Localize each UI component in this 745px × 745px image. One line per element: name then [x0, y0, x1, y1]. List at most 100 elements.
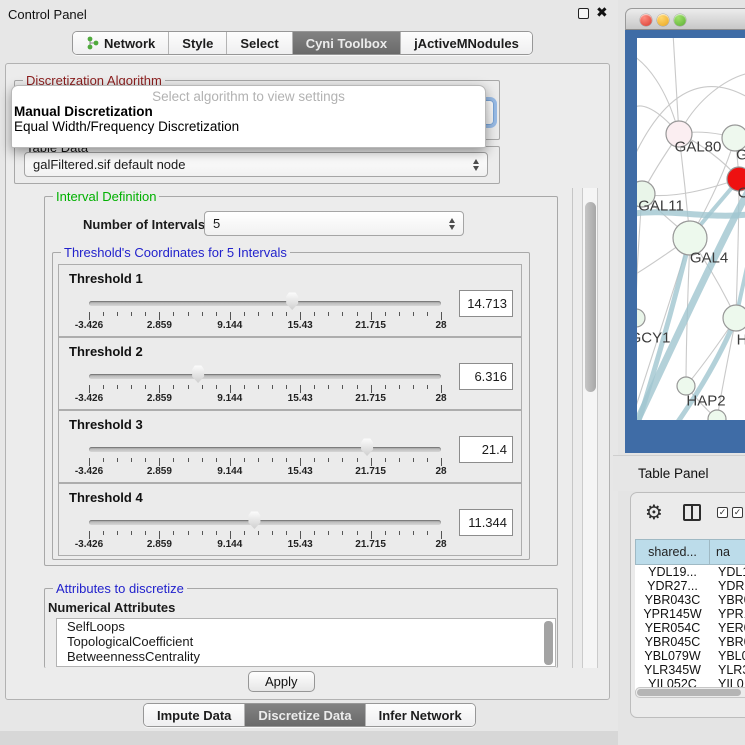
minor-tick [385, 531, 386, 535]
minor-tick [188, 312, 189, 316]
tick-label: 28 [435, 539, 446, 550]
slider-thumb[interactable] [360, 438, 375, 456]
major-tick [89, 312, 90, 320]
tab-label: Cyni Toolbox [306, 36, 387, 51]
panel-vertical-scrollbar[interactable] [582, 188, 598, 668]
list-scrollbar-thumb[interactable] [544, 621, 553, 665]
major-tick [300, 531, 301, 539]
minor-tick [328, 458, 329, 462]
threshold-value-field[interactable]: 21.4 [459, 436, 513, 463]
gear-icon[interactable]: ⚙ [645, 501, 663, 523]
table-panel-window: ⚙ ✓ ✓ shared... na YDL19...YDL1YDR27...Y… [630, 492, 745, 718]
major-tick [159, 458, 160, 466]
slider-track[interactable] [89, 447, 441, 452]
tab-label: Style [182, 36, 213, 51]
close-icon[interactable]: ✖ [596, 4, 608, 21]
minor-tick [103, 531, 104, 535]
dropdown-placeholder: Select algorithm to view settings [12, 86, 485, 104]
table-row[interactable]: YPR145WYPR1 [635, 607, 745, 621]
network-node[interactable] [708, 410, 726, 420]
tick-label: 2.859 [147, 393, 172, 404]
attribute-list-item[interactable]: BetweennessCentrality [57, 649, 555, 664]
network-canvas[interactable]: GAL80GACGAL11GAL4GCY1HHAP2 [637, 38, 745, 420]
minor-tick [427, 531, 428, 535]
zoom-traffic-light-icon[interactable] [674, 14, 686, 26]
checkbox-icon[interactable]: ✓ [717, 507, 728, 518]
apply-button[interactable]: Apply [248, 671, 315, 692]
scrollbar-thumb[interactable] [637, 689, 741, 696]
numerical-attributes-label: Numerical Attributes [48, 600, 175, 615]
minor-tick [342, 458, 343, 462]
table-row[interactable]: YDL19...YDL1 [635, 565, 745, 579]
name-cell: YPR1 [710, 607, 745, 621]
numerical-attributes-list[interactable]: SelfLoopsTopologicalCoefficientBetweenne… [56, 618, 556, 667]
minor-tick [258, 312, 259, 316]
minimize-traffic-light-icon[interactable] [657, 14, 669, 26]
network-node[interactable] [723, 305, 745, 331]
network-icon [86, 36, 99, 50]
tab-infer-network[interactable]: Infer Network [365, 704, 475, 726]
table-row[interactable]: YBL079WYBL0 [635, 649, 745, 663]
tick-label: -3.426 [75, 393, 103, 404]
tab-select[interactable]: Select [226, 32, 291, 54]
close-traffic-light-icon[interactable] [640, 14, 652, 26]
column-header-name[interactable]: na [710, 539, 745, 565]
table-row[interactable]: YER054CYER0 [635, 621, 745, 635]
tab-discretize-data[interactable]: Discretize Data [244, 704, 364, 726]
minor-tick [413, 531, 414, 535]
slider-thumb[interactable] [191, 365, 206, 383]
tab-style[interactable]: Style [168, 32, 226, 54]
major-tick [89, 458, 90, 466]
minor-tick [188, 531, 189, 535]
checkbox-icon[interactable]: ✓ [732, 507, 743, 518]
tab-jactivemnodules[interactable]: jActiveMNodules [400, 32, 532, 54]
major-tick [441, 531, 442, 539]
tab-network[interactable]: Network [73, 32, 168, 54]
node-label-gal80: GAL80 [675, 139, 722, 156]
table-row[interactable]: YBR045CYBR0 [635, 635, 745, 649]
minor-tick [258, 458, 259, 462]
table-data-select[interactable]: galFiltered.sif default node [24, 152, 488, 177]
stepper-arrows-icon [449, 218, 455, 230]
tab-impute-data[interactable]: Impute Data [144, 704, 244, 726]
major-tick [371, 531, 372, 539]
slider-thumb[interactable] [285, 292, 300, 310]
minor-tick [216, 458, 217, 462]
number-of-intervals-select[interactable]: 5 [204, 211, 464, 236]
table-row[interactable]: YLR345WYLR3 [635, 663, 745, 677]
slider-thumb[interactable] [247, 511, 262, 529]
tick-label: 15.43 [288, 320, 313, 331]
float-window-icon[interactable] [578, 8, 589, 19]
tick-label: 15.43 [288, 393, 313, 404]
control-panel-window: Control Panel ✖ NetworkStyleSelectCyni T… [0, 0, 618, 745]
minor-tick [357, 385, 358, 389]
table-horizontal-scrollbar[interactable] [635, 687, 745, 698]
column-header-shared-name[interactable]: shared... [635, 539, 710, 565]
slider-track[interactable] [89, 374, 441, 379]
threshold-value-field[interactable]: 14.713 [459, 290, 513, 317]
table-row[interactable]: YDR27...YDR2 [635, 579, 745, 593]
dropdown-option-manual[interactable]: Manual Discretization [12, 104, 485, 119]
threshold-label: Threshold 1 [69, 271, 143, 286]
slider-track[interactable] [89, 520, 441, 525]
threshold-panel-2: Threshold 2-3.4262.8599.14415.4321.71528… [58, 337, 522, 410]
split-view-icon[interactable] [683, 504, 701, 521]
table-body: YDL19...YDL1YDR27...YDR2YBR043CYBR0YPR14… [635, 565, 745, 691]
tab-cyni-toolbox[interactable]: Cyni Toolbox [292, 32, 400, 54]
network-window-titlebar[interactable] [625, 8, 745, 30]
tick-label: 28 [435, 393, 446, 404]
attribute-list-item[interactable]: SelfLoops [57, 619, 555, 634]
name-cell: YLR3 [710, 663, 745, 677]
minor-tick [357, 458, 358, 462]
threshold-value-field[interactable]: 11.344 [459, 509, 513, 536]
scrollbar-thumb[interactable] [585, 202, 596, 392]
table-row[interactable]: YBR043CYBR0 [635, 593, 745, 607]
minor-tick [145, 312, 146, 316]
threshold-value-field[interactable]: 6.316 [459, 363, 513, 390]
tab-label: Discretize Data [258, 708, 351, 723]
tick-label: 15.43 [288, 466, 313, 477]
attribute-list-item[interactable]: TopologicalCoefficient [57, 634, 555, 649]
dropdown-option-equal-width[interactable]: Equal Width/Frequency Discretization [12, 119, 485, 134]
slider-track[interactable] [89, 301, 441, 306]
network-node[interactable] [637, 309, 645, 327]
